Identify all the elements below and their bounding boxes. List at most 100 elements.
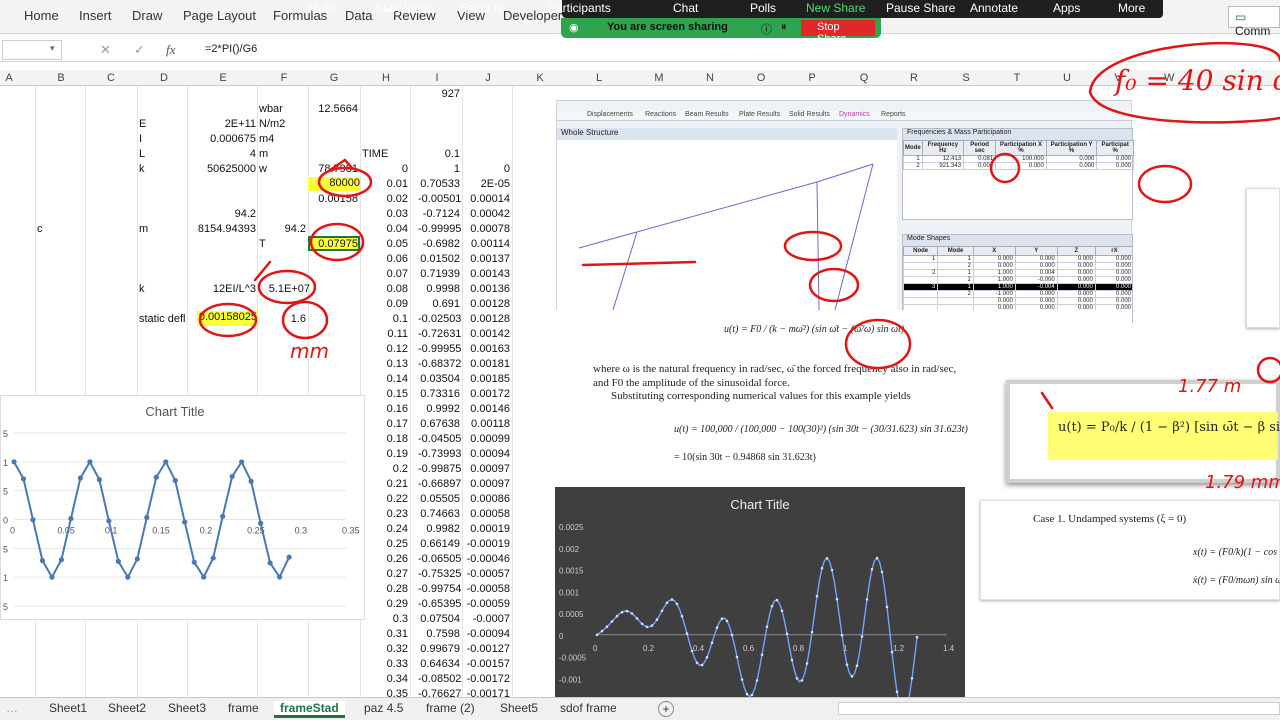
time-cell-j[interactable]: 0.00114: [466, 238, 510, 251]
column-header-t[interactable]: T: [1012, 72, 1022, 84]
time-cell-j[interactable]: 0.00086: [466, 493, 510, 506]
cell-F3[interactable]: wbar: [259, 103, 283, 116]
time-cell-i[interactable]: 0.9992: [418, 403, 460, 416]
column-header-g[interactable]: G: [329, 72, 339, 84]
time-cell-i[interactable]: -0.99754: [418, 583, 461, 596]
cell-F4[interactable]: N/m2: [259, 118, 285, 131]
time-cell-h[interactable]: 0.25: [366, 538, 408, 551]
time-cell-j[interactable]: -0.00058: [466, 583, 510, 596]
time-cell-j[interactable]: -0.00127: [466, 643, 510, 656]
tab-draw[interactable]: Draw: [132, 8, 162, 23]
cell-G3[interactable]: 12.5664: [310, 103, 358, 116]
time-cell-i[interactable]: 0.01502: [418, 253, 460, 266]
column-header-f[interactable]: F: [279, 72, 289, 84]
cell-F17[interactable]: 1.6: [262, 313, 306, 326]
time-cell-j[interactable]: -0.00059: [466, 598, 510, 611]
time-cell-i[interactable]: 0.9998: [418, 283, 460, 296]
zoom-chat[interactable]: Chat: [673, 1, 698, 15]
column-header-m[interactable]: M: [654, 72, 664, 84]
cell-E4[interactable]: 2E+11: [190, 118, 256, 131]
zoom-start-video[interactable]: Start Video: [375, 1, 434, 15]
time-cell-j[interactable]: 0.00097: [466, 463, 510, 476]
zoom-more[interactable]: More: [1118, 1, 1145, 15]
pause-icon[interactable]: ⏸: [781, 21, 787, 34]
tab-insert[interactable]: Insert: [79, 8, 112, 23]
cancel-icon[interactable]: ✕: [100, 42, 111, 58]
time-cell-j[interactable]: -0.00094: [466, 628, 510, 641]
time-cell-j[interactable]: 0.00172: [466, 388, 510, 401]
cell-E17[interactable]: 0.00158025: [197, 311, 257, 326]
cell-G8[interactable]: 80000: [308, 177, 360, 191]
mode-row[interactable]: 2 1.000 -0.000 0.000 0.000: [903, 276, 1132, 284]
cell-D15[interactable]: k: [139, 283, 145, 296]
time-cell-h[interactable]: 0.24: [366, 523, 408, 536]
time-cell-h[interactable]: 0.33: [366, 658, 408, 671]
time-cell-i[interactable]: 0.07504: [418, 613, 460, 626]
mode-row[interactable]: 2 -1.000 0.000 0.000 0.000: [903, 290, 1132, 298]
excel-chart[interactable]: Chart Title 5 1 5 0 5 1 5 0 0.05 0.1 0.15 0.2 0.25 0.…: [0, 395, 365, 620]
column-header-p[interactable]: P: [807, 72, 817, 84]
staad-menu-displacements[interactable]: Displacements: [587, 111, 633, 118]
time-cell-i[interactable]: 0.70533: [418, 178, 460, 191]
time-cell-j[interactable]: 0.00019: [466, 523, 510, 536]
staad-menu-beam[interactable]: Beam Results: [685, 111, 729, 118]
time-cell-i[interactable]: 0.67638: [418, 418, 460, 431]
time-cell-i[interactable]: 0.03504: [418, 373, 460, 386]
staad-menu-plate[interactable]: Plate Results: [739, 111, 780, 118]
staad-menu-reports[interactable]: Reports: [881, 111, 906, 118]
cell-I6[interactable]: 0.1: [418, 148, 460, 161]
time-cell-i[interactable]: 0.66149: [418, 538, 460, 551]
time-cell-i[interactable]: 0.74663: [418, 508, 460, 521]
time-cell-j[interactable]: 0.00097: [466, 478, 510, 491]
time-cell-i[interactable]: -0.04505: [418, 433, 461, 446]
time-cell-h[interactable]: 0.29: [366, 598, 408, 611]
column-header-o[interactable]: O: [756, 72, 766, 84]
time-cell-j[interactable]: 0.00128: [466, 313, 510, 326]
cell-D7[interactable]: k: [139, 163, 145, 176]
time-cell-h[interactable]: 0.11: [366, 328, 408, 341]
time-cell-h[interactable]: 0.32: [366, 643, 408, 656]
time-cell-h[interactable]: 0.23: [366, 508, 408, 521]
cell-E15[interactable]: 12EI/L^3: [190, 283, 256, 296]
time-cell-i[interactable]: -0.68372: [418, 358, 461, 371]
zoom-apps[interactable]: Apps: [1053, 1, 1080, 15]
time-cell-j[interactable]: 0.00143: [466, 268, 510, 281]
time-cell-h[interactable]: 0.18: [366, 433, 408, 446]
time-cell-h[interactable]: 0.02: [366, 193, 408, 206]
cell-D5[interactable]: I: [139, 133, 142, 146]
freq-row[interactable]: 1 12.413 0.081 100.000 0.000 0.000: [903, 155, 1134, 163]
tab-data[interactable]: Data: [345, 8, 372, 23]
time-cell-i[interactable]: -0.6982: [418, 238, 460, 251]
column-header-j[interactable]: J: [483, 72, 493, 84]
sheet-tab-2[interactable]: Sheet2: [108, 701, 146, 715]
staad-menu-reactions[interactable]: Reactions: [645, 111, 676, 118]
time-cell-i[interactable]: -0.06505: [418, 553, 461, 566]
time-cell-h[interactable]: 0.22: [366, 493, 408, 506]
cell-G9[interactable]: 0.00158: [310, 193, 358, 206]
column-header-l[interactable]: L: [594, 72, 604, 84]
zoom-annotate[interactable]: Annotate: [970, 1, 1018, 15]
column-header-v[interactable]: V: [1113, 72, 1123, 84]
time-cell-i[interactable]: 0.99679: [418, 643, 460, 656]
cell-D11[interactable]: m: [139, 223, 148, 236]
time-cell-i[interactable]: -0.99955: [418, 343, 461, 356]
cell-H6[interactable]: TIME: [362, 148, 388, 161]
zoom-security[interactable]: Security: [460, 1, 503, 15]
time-cell-h[interactable]: 0.28: [366, 583, 408, 596]
time-cell-i[interactable]: 0.64634: [418, 658, 460, 671]
time-cell-i[interactable]: 0.05505: [418, 493, 460, 506]
time-cell-j[interactable]: -0.00172: [466, 673, 510, 686]
cell-I1[interactable]: 927: [418, 88, 460, 101]
column-header-e[interactable]: E: [218, 72, 228, 84]
time-cell-i[interactable]: -0.73993: [418, 448, 461, 461]
insert-function-icon[interactable]: fx: [166, 42, 175, 58]
column-header-i[interactable]: I: [432, 72, 442, 84]
time-cell-j[interactable]: -0.00057: [466, 568, 510, 581]
cell-F12[interactable]: T: [259, 238, 266, 251]
sheet-tab-6[interactable]: paz 4.5: [364, 701, 403, 715]
time-cell-i[interactable]: 0.71939: [418, 268, 460, 281]
time-cell-h[interactable]: 0: [366, 163, 408, 176]
freq-row[interactable]: 2 921.343 0.001 0.000 0.000 0.000: [903, 162, 1134, 170]
column-header-k[interactable]: K: [535, 72, 545, 84]
cell-F6[interactable]: m: [259, 148, 268, 161]
